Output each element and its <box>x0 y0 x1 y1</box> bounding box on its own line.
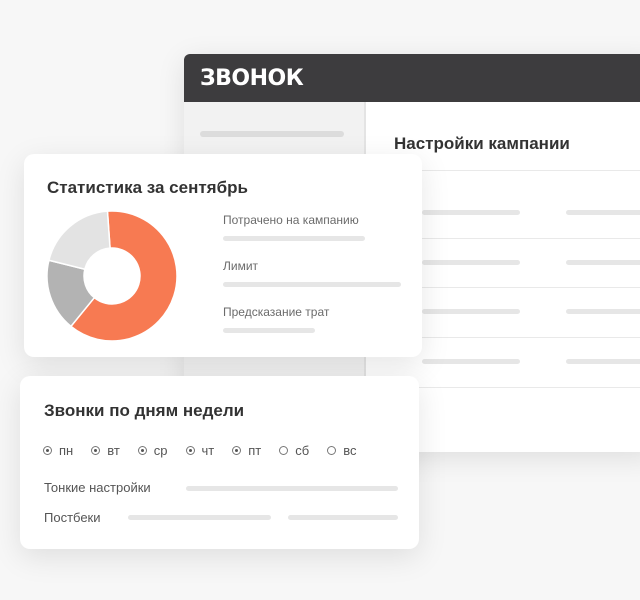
table-cell-placeholder <box>422 260 520 265</box>
weekday-option[interactable]: пт <box>232 443 261 458</box>
weekday-label: вс <box>343 443 357 458</box>
weekday-option[interactable]: сб <box>279 443 309 458</box>
table-cell-placeholder <box>566 309 640 314</box>
radio-checked-icon[interactable] <box>232 446 242 455</box>
radio-checked-icon[interactable] <box>185 446 195 455</box>
postback-placeholder[interactable] <box>288 515 398 520</box>
limit-value-placeholder <box>223 282 401 287</box>
fine-tuning-label: Тонкие настройки <box>44 480 151 495</box>
forecast-value-placeholder <box>223 328 315 333</box>
app-header: ЗВОНОК <box>184 54 640 102</box>
radio-unchecked-icon[interactable] <box>279 446 289 455</box>
donut-segment <box>48 210 111 271</box>
weekday-option[interactable]: чт <box>185 443 215 458</box>
weekday-label: чт <box>201 443 215 458</box>
calls-card-title: Звонки по дням недели <box>44 401 245 420</box>
table-cell-placeholder <box>566 359 640 364</box>
spent-label: Потрачено на кампанию <box>223 213 359 227</box>
app-logo: ЗВОНОК <box>200 66 304 91</box>
radio-checked-icon[interactable] <box>43 446 52 455</box>
weekday-label: пн <box>59 443 74 458</box>
weekday-label: ср <box>153 443 168 458</box>
weekday-option[interactable]: ср <box>137 443 168 458</box>
limit-label: Лимит <box>223 259 259 273</box>
table-cell-placeholder <box>422 359 520 364</box>
stats-card: Статистика за сентябрь Потрачено на камп… <box>24 154 422 357</box>
forecast-label: Предсказание трат <box>223 305 330 319</box>
table-cell-placeholder <box>422 309 520 314</box>
weekday-selector: пн вт ср чт пт сб вс <box>43 443 374 458</box>
table-cell-placeholder <box>566 260 640 265</box>
radio-checked-icon[interactable] <box>137 446 147 455</box>
weekday-option[interactable]: вт <box>91 443 120 458</box>
calls-card: Звонки по дням недели пн вт ср чт пт сб вс Тон… <box>20 376 419 549</box>
stats-card-title: Статистика за сентябрь <box>47 178 248 197</box>
table-cell-placeholder <box>566 210 640 215</box>
radio-unchecked-icon[interactable] <box>327 446 337 455</box>
radio-checked-icon[interactable] <box>91 446 101 455</box>
table-divider <box>380 387 640 388</box>
weekday-option[interactable]: вс <box>327 443 356 458</box>
postback-placeholder[interactable] <box>128 515 271 520</box>
weekday-label: вт <box>107 443 120 458</box>
spent-value-placeholder <box>223 236 365 241</box>
sidebar-item-placeholder[interactable] <box>200 131 344 137</box>
weekday-label: пт <box>248 443 262 458</box>
fine-tuning-placeholder[interactable] <box>186 486 398 491</box>
donut-chart <box>46 210 178 342</box>
table-cell-placeholder <box>422 210 520 215</box>
weekday-label: сб <box>295 443 310 458</box>
panel-title: Настройки кампании <box>394 134 570 153</box>
weekday-option[interactable]: пн <box>43 443 73 458</box>
postbacks-label: Постбеки <box>44 510 101 525</box>
